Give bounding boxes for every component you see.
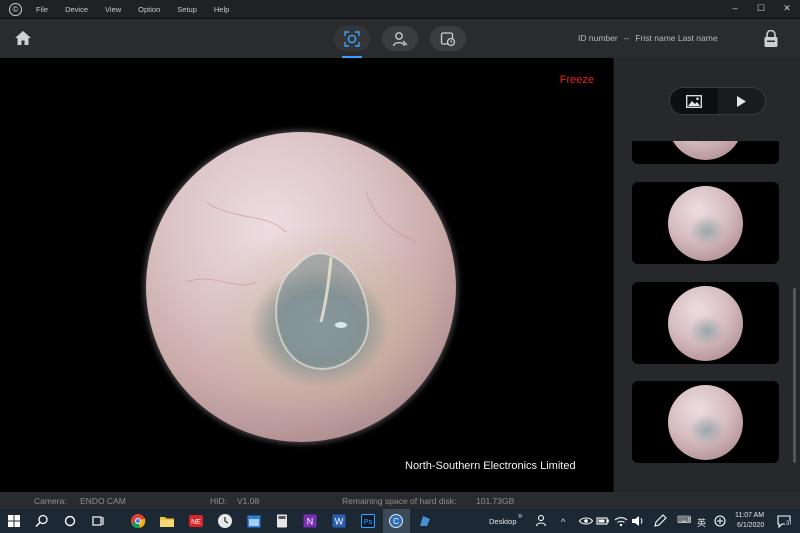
menu-option[interactable]: Option xyxy=(138,5,160,14)
file-explorer-icon[interactable] xyxy=(159,513,175,529)
volume-icon[interactable] xyxy=(630,513,646,529)
capture-tab-button[interactable] xyxy=(334,26,370,51)
clock-time[interactable]: 11:07 AM xyxy=(735,512,764,519)
search-icon[interactable] xyxy=(34,513,50,529)
windows-taskbar: NE N W Ps C Desktop » ^ ⌨ 英 11:07 AM 6/1… xyxy=(0,509,800,533)
show-hidden-icons-chevron[interactable]: ^ xyxy=(561,517,565,527)
id-number-label: ID number xyxy=(578,33,618,43)
camera-value: ENDO CAM xyxy=(80,496,126,506)
eye-icon[interactable] xyxy=(578,513,594,529)
capture-gallery-panel xyxy=(613,58,800,492)
patient-info: ID number -- Frist name Last name xyxy=(578,33,718,43)
notification-count-badge: 3 xyxy=(785,521,791,527)
camera-label: Camera: xyxy=(34,496,67,506)
patient-icon xyxy=(392,31,408,46)
thumbnail-image xyxy=(668,285,743,361)
freeze-indicator: Freeze xyxy=(559,74,594,86)
hid-value: V1.08 xyxy=(237,496,260,506)
wifi-icon[interactable] xyxy=(613,513,629,529)
clock-date[interactable]: 6/1/2020 xyxy=(737,522,764,529)
live-video-view[interactable]: Freeze North-Southern Electronics Limite… xyxy=(0,58,613,492)
hid-label: HID: xyxy=(210,496,227,506)
endoscope-app-icon[interactable]: C xyxy=(388,513,404,529)
windows-start-icon[interactable] xyxy=(6,513,22,529)
window-controls: – ☐ ✕ xyxy=(722,0,800,18)
image-icon xyxy=(685,94,702,108)
onenote-icon[interactable]: N xyxy=(302,513,318,529)
desktop-toolbar-label[interactable]: Desktop xyxy=(489,517,517,526)
calendar-icon[interactable] xyxy=(246,513,262,529)
gallery-thumbnail[interactable] xyxy=(632,141,779,164)
battery-icon[interactable] xyxy=(595,513,611,529)
menu-file[interactable]: File xyxy=(36,5,48,14)
input-mode-icon[interactable] xyxy=(712,513,728,529)
gallery-thumbnail[interactable] xyxy=(632,282,779,364)
people-icon[interactable] xyxy=(534,513,550,529)
thumbnail-image xyxy=(668,384,743,460)
history-icon xyxy=(440,31,456,46)
menu-view[interactable]: View xyxy=(105,5,121,14)
toolbar: ID number -- Frist name Last name xyxy=(0,18,800,58)
cortana-icon[interactable] xyxy=(62,513,78,529)
toolbar-overflow-chevron[interactable]: » xyxy=(518,511,522,520)
menu-device[interactable]: Device xyxy=(65,5,88,14)
svg-text:NE: NE xyxy=(191,519,201,526)
media-type-toggle xyxy=(669,87,766,115)
eardrum-detail xyxy=(185,191,417,370)
task-view-icon[interactable] xyxy=(90,513,106,529)
word-icon[interactable]: W xyxy=(331,513,347,529)
photoshop-icon[interactable]: Ps xyxy=(360,513,376,529)
menu-help[interactable]: Help xyxy=(214,5,229,14)
svg-text:C: C xyxy=(393,517,399,526)
clock-app-icon[interactable] xyxy=(217,513,233,529)
pinned-app-icon[interactable] xyxy=(417,513,433,529)
close-button[interactable]: ✕ xyxy=(774,0,800,18)
thumbnail-image xyxy=(668,185,743,261)
gallery-thumbnail[interactable] xyxy=(632,381,779,463)
calculator-icon[interactable] xyxy=(274,513,290,529)
app-logo: © xyxy=(9,2,22,16)
video-mode-button[interactable] xyxy=(718,88,766,114)
minimize-button[interactable]: – xyxy=(722,0,748,18)
patient-tab-button[interactable] xyxy=(382,26,418,51)
news-app-icon[interactable]: NE xyxy=(188,513,204,529)
disk-space-value: 101.73GB xyxy=(476,496,515,506)
menu-setup[interactable]: Setup xyxy=(177,5,197,14)
home-icon[interactable] xyxy=(14,29,32,47)
ime-indicator[interactable]: 英 xyxy=(697,516,706,529)
keyboard-icon[interactable]: ⌨ xyxy=(677,515,691,526)
svg-text:N: N xyxy=(307,517,314,527)
app-window: © File Device View Option Setup Help – ☐… xyxy=(0,0,800,533)
menu-bar: © File Device View Option Setup Help – ☐… xyxy=(0,0,800,18)
status-bar: Camera: ENDO CAM HID: V1.08 Remaining sp… xyxy=(0,492,800,509)
otoscope-live-image xyxy=(146,132,456,442)
gallery-thumbnail[interactable] xyxy=(632,182,779,264)
pen-icon[interactable] xyxy=(652,513,668,529)
save-icon[interactable] xyxy=(763,30,779,48)
patient-separator: -- xyxy=(623,33,630,43)
company-watermark: North-Southern Electronics Limited xyxy=(405,460,576,472)
chrome-icon[interactable] xyxy=(130,513,146,529)
thumbnail-image xyxy=(668,141,743,160)
svg-text:W: W xyxy=(335,517,344,527)
gallery-scrollbar[interactable] xyxy=(793,288,796,463)
play-icon xyxy=(737,95,747,107)
svg-text:Ps: Ps xyxy=(364,519,373,526)
image-mode-button[interactable] xyxy=(670,88,718,114)
maximize-button[interactable]: ☐ xyxy=(748,0,774,18)
patient-name: Frist name Last name xyxy=(635,33,718,43)
capture-icon xyxy=(344,30,360,47)
history-tab-button[interactable] xyxy=(430,26,466,51)
disk-space-label: Remaining space of hard disk: xyxy=(342,496,457,506)
